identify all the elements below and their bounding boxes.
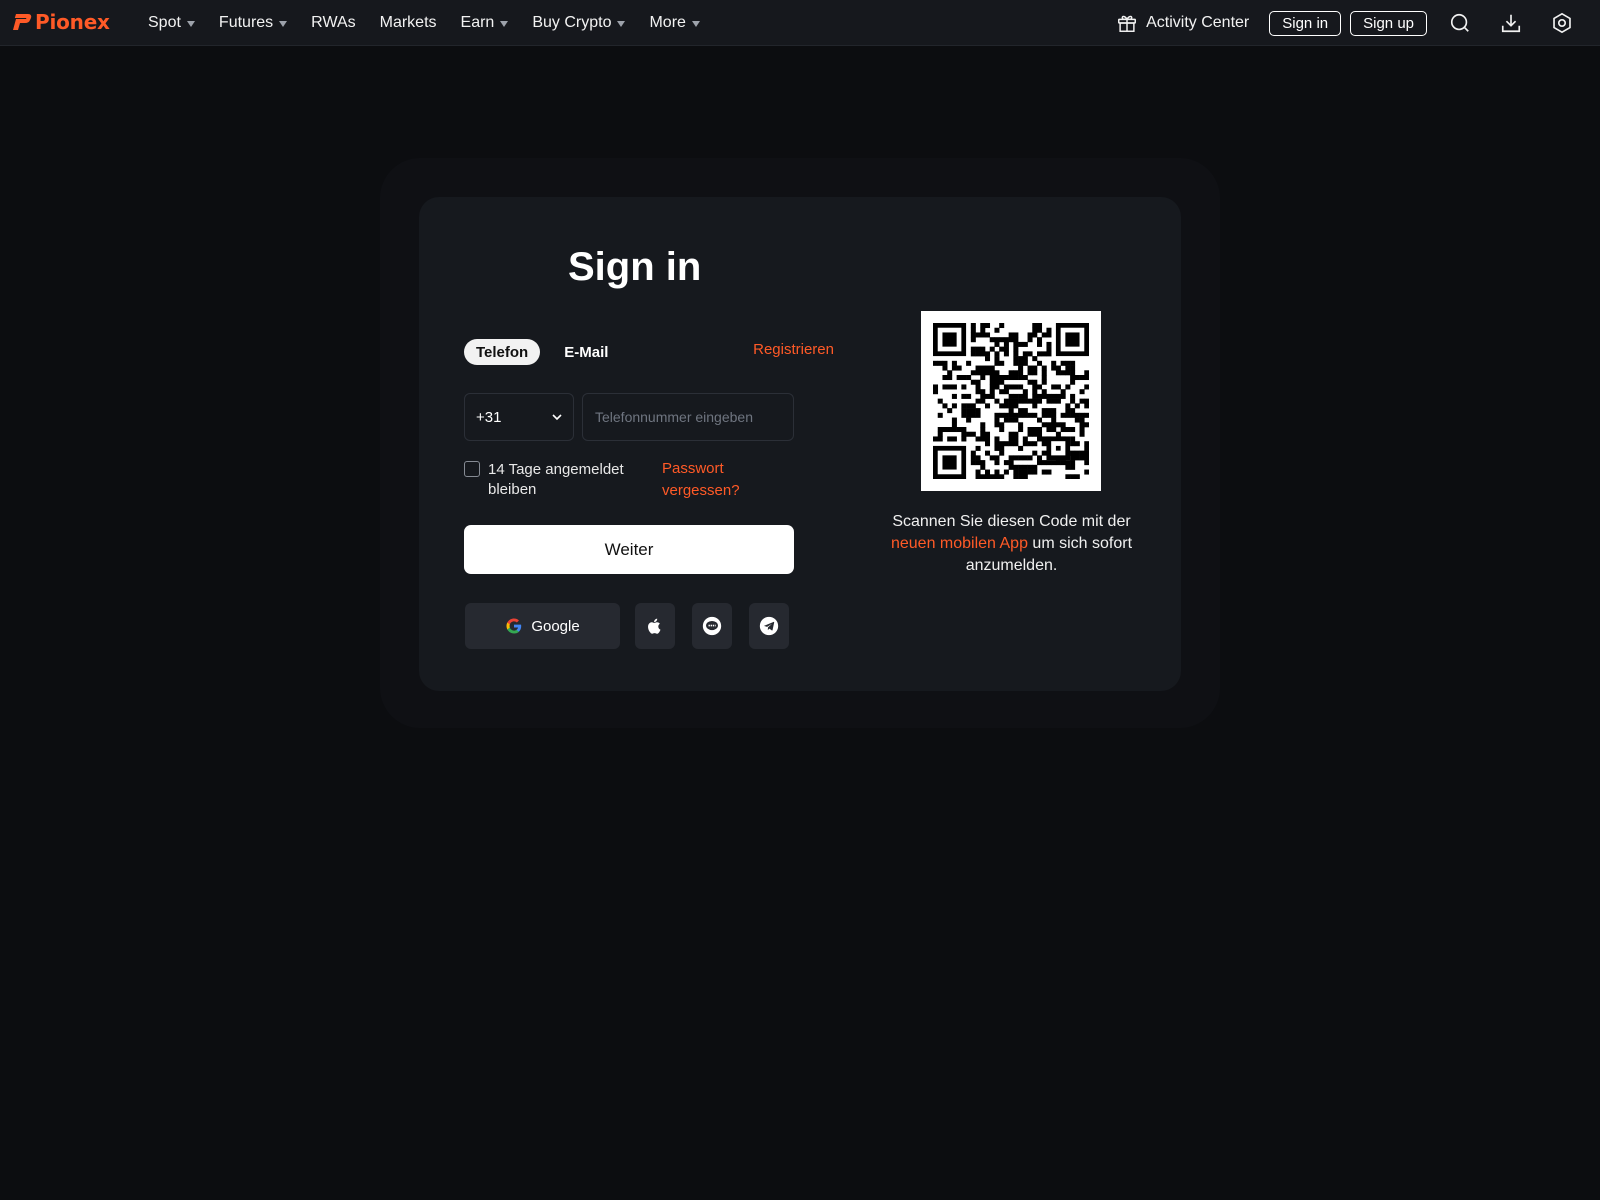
telegram-icon xyxy=(759,616,779,636)
nav-rwas[interactable]: RWAs xyxy=(311,14,355,32)
top-navigation-bar: Pionex Spot Futures RWAs Markets Earn Bu… xyxy=(0,0,1600,46)
activity-center-label: Activity Center xyxy=(1146,14,1250,31)
caret-down-icon xyxy=(691,21,700,27)
nav-markets[interactable]: Markets xyxy=(380,14,437,32)
caret-down-icon xyxy=(279,21,288,27)
country-code-select[interactable]: +31 xyxy=(464,393,574,441)
mobile-app-link[interactable]: neuen mobilen App xyxy=(891,535,1028,552)
forgot-password-link[interactable]: Passwort vergessen? xyxy=(662,458,762,502)
nav-markets-label: Markets xyxy=(379,14,437,31)
settings-button[interactable] xyxy=(1551,12,1573,34)
nav-buy-crypto-label: Buy Crypto xyxy=(532,14,612,31)
line-login-button[interactable] xyxy=(692,603,732,649)
activity-center-link[interactable]: Activity Center xyxy=(1116,12,1249,34)
country-code-value: +31 xyxy=(476,408,502,426)
sign-in-button[interactable]: Sign in xyxy=(1269,10,1342,36)
tab-email[interactable]: E-Mail xyxy=(552,339,620,365)
nav-more-label: More xyxy=(649,14,686,31)
chevron-down-icon xyxy=(552,414,562,421)
nav-buy-crypto[interactable]: Buy Crypto xyxy=(532,14,626,32)
login-method-tabs: Telefon E-Mail xyxy=(464,339,620,365)
pionex-logo[interactable]: Pionex xyxy=(12,10,110,34)
download-icon xyxy=(1501,14,1521,33)
login-qr-code xyxy=(921,311,1101,491)
nav-rwas-label: RWAs xyxy=(311,14,356,31)
google-login-button[interactable]: Google xyxy=(465,603,620,649)
google-login-label: Google xyxy=(531,617,580,635)
sign-in-card: Sign in Telefon E-Mail Registrieren +31 … xyxy=(419,197,1181,691)
register-link[interactable]: Registrieren xyxy=(714,341,834,358)
remember-me-checkbox[interactable] xyxy=(464,461,480,477)
google-icon xyxy=(506,618,522,634)
nav-earn-label: Earn xyxy=(460,14,495,31)
phone-number-input[interactable] xyxy=(582,393,794,441)
tab-phone[interactable]: Telefon xyxy=(464,339,541,365)
logo-text: Pionex xyxy=(35,10,110,34)
qr-instructions: Scannen Sie diesen Code mit der neuen mo… xyxy=(874,511,1149,577)
qr-text-before: Scannen Sie diesen Code mit der xyxy=(892,513,1131,530)
nav-futures[interactable]: Futures xyxy=(218,14,288,32)
nav-more[interactable]: More xyxy=(649,14,700,32)
remember-me-label: 14 Tage angemeldet bleiben xyxy=(488,461,624,498)
page-title: Sign in xyxy=(568,245,702,289)
download-button[interactable] xyxy=(1500,12,1522,34)
search-button[interactable] xyxy=(1449,12,1471,34)
nav-spot-label: Spot xyxy=(148,14,181,31)
nav-futures-label: Futures xyxy=(218,14,274,31)
search-icon xyxy=(1450,13,1469,32)
caret-down-icon xyxy=(186,21,195,27)
settings-icon xyxy=(1553,12,1571,34)
qr-code-image xyxy=(933,323,1089,479)
sign-up-button[interactable]: Sign up xyxy=(1350,10,1427,36)
header-actions: Activity Center Sign in Sign up xyxy=(1116,0,1600,46)
apple-icon xyxy=(648,618,661,634)
apple-login-button[interactable] xyxy=(635,603,675,649)
caret-down-icon xyxy=(500,21,509,27)
caret-down-icon xyxy=(617,21,626,27)
gift-icon xyxy=(1118,15,1137,32)
remember-me[interactable]: 14 Tage angemeldet bleiben xyxy=(464,460,638,500)
nav-earn[interactable]: Earn xyxy=(461,14,509,32)
line-icon xyxy=(702,616,722,636)
main-nav: Spot Futures RWAs Markets Earn Buy Crypt… xyxy=(148,0,700,46)
nav-spot[interactable]: Spot xyxy=(148,14,195,32)
pionex-logo-icon xyxy=(13,14,32,30)
continue-button[interactable]: Weiter xyxy=(464,525,794,574)
telegram-login-button[interactable] xyxy=(749,603,789,649)
